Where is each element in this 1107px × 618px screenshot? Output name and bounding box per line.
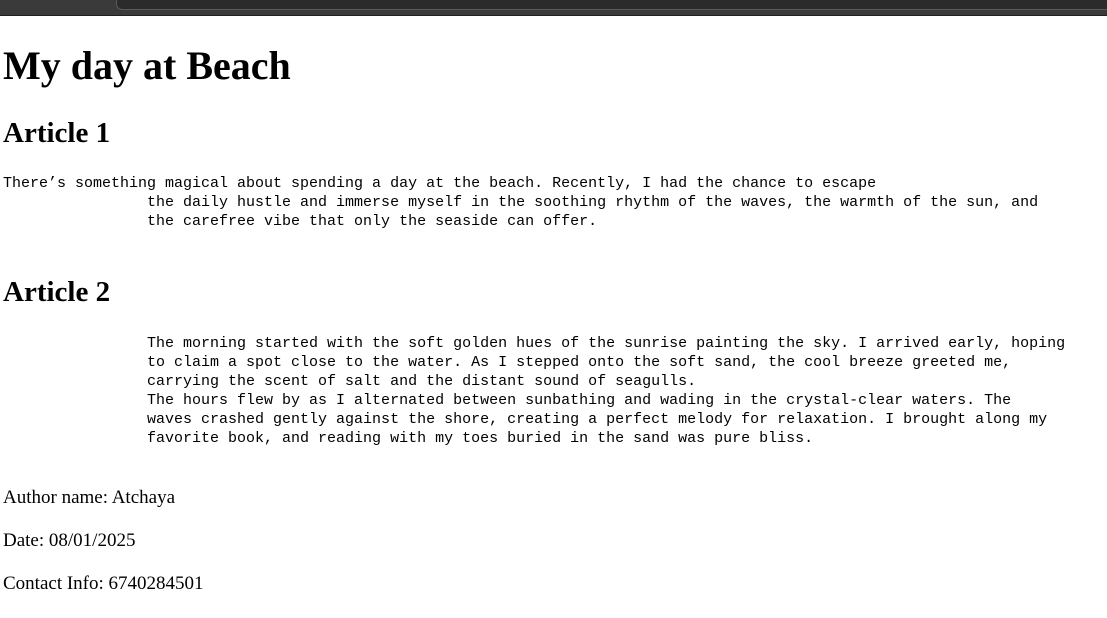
publish-date: Date: 08/01/2025 (3, 530, 136, 551)
article-1-text: There’s something magical about spending… (3, 175, 1039, 230)
article-2-heading: Article 2 (3, 276, 111, 308)
contact-info: Contact Info: 6740284501 (3, 573, 204, 594)
article-1-heading: Article 1 (3, 117, 111, 149)
browser-toolbar (0, 0, 1107, 16)
page-title: My day at Beach (3, 43, 291, 88)
author-name: Author name: Atchaya (3, 487, 176, 508)
article-2-text: The morning started with the soft golden… (147, 335, 1066, 447)
browser-tab-strip[interactable] (116, 0, 1107, 10)
